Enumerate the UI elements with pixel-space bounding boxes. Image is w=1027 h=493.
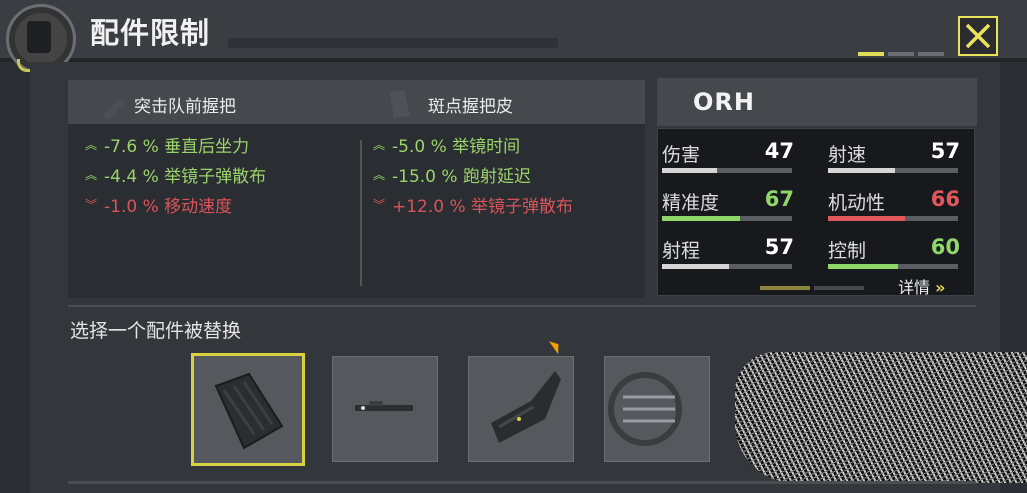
- noise-overlay: [735, 352, 1027, 483]
- page-dot: [888, 52, 914, 56]
- weapon-stat-bar: [662, 216, 792, 221]
- right-stat-row: ︽ -15.0 % 跑射延迟: [372, 162, 531, 187]
- emblem-core: [27, 21, 51, 53]
- weapon-stat-name: 精准度: [662, 192, 720, 214]
- weapon-stat-bar: [662, 264, 792, 269]
- left-stat-row: ︽ -4.4 % 举镜子弹散布: [84, 162, 266, 187]
- weapon-stat-name: 射程: [662, 240, 701, 262]
- double-chevron-up-icon: ︽: [372, 138, 385, 152]
- details-link[interactable]: 详情 »: [898, 274, 945, 298]
- attachment-compare-panel: 突击队前握把 斑点握把皮: [68, 80, 645, 298]
- attachment-slot-grip-tape[interactable]: [468, 356, 574, 462]
- stats-page-indicator-active: [760, 286, 810, 290]
- right-stat-text: +12.0 % 举镜子弹散布: [392, 197, 574, 217]
- section-divider: [68, 305, 976, 307]
- double-chevron-up-icon: ︽: [84, 138, 97, 152]
- left-stat-text: -4.4 % 举镜子弹散布: [104, 167, 267, 187]
- attachment-slot-ammo[interactable]: [604, 356, 710, 462]
- weapon-stat-bar-fill: [662, 168, 717, 173]
- close-button[interactable]: [958, 16, 998, 56]
- weapon-stat-bar-fill: [662, 216, 740, 221]
- right-attachment-title: 斑点握把皮: [428, 97, 513, 117]
- double-chevron-up-icon: ︽: [84, 168, 97, 182]
- stats-page-indicator: [814, 286, 864, 290]
- column-divider: [360, 140, 362, 286]
- right-stat-text: -15.0 % 跑射延迟: [392, 167, 531, 187]
- weapon-stat-bar-fill: [828, 264, 898, 269]
- foregrip-icon: [214, 372, 284, 450]
- weapon-stat-value: 67: [764, 187, 794, 211]
- attachment-slot-laser[interactable]: [332, 356, 438, 462]
- weapon-stat-bar: [828, 168, 958, 173]
- left-stat-row: ︾ -1.0 % 移动速度: [84, 192, 232, 217]
- close-icon: [965, 23, 991, 49]
- weapon-stat-name: 机动性: [828, 192, 886, 214]
- right-stat-row: ︾ +12.0 % 举镜子弹散布: [372, 192, 573, 217]
- weapon-stat-value: 57: [930, 139, 960, 163]
- weapon-stat-bar-fill: [828, 216, 905, 221]
- grip-tape-watermark-icon: [390, 90, 410, 118]
- weapon-stat-value: 57: [764, 235, 794, 259]
- attachment-slot-foregrip[interactable]: [191, 353, 305, 466]
- weapon-stat-name: 控制: [828, 240, 867, 262]
- laser-sight-icon: [355, 401, 413, 411]
- weapon-name: ORH: [693, 88, 755, 116]
- right-stat-row: ︽ -5.0 % 举镜时间: [372, 132, 520, 157]
- weapon-stat-bar: [828, 264, 958, 269]
- weapon-stat-bar-fill: [662, 264, 729, 269]
- bottom-divider: [68, 481, 976, 484]
- weapon-name-box: ORH: [657, 78, 977, 126]
- foregrip-watermark-icon: [103, 98, 125, 120]
- double-chevron-right-icon: »: [935, 278, 946, 297]
- weapon-stat-name: 射速: [828, 144, 867, 166]
- compare-header: 突击队前握把 斑点握把皮: [68, 80, 645, 124]
- weapon-stat-value: 66: [930, 187, 960, 211]
- page-dot: [918, 52, 944, 56]
- grip-tape-icon: [491, 371, 561, 443]
- left-stat-text: -1.0 % 移动速度: [104, 197, 233, 217]
- weapon-stat-value: 47: [764, 139, 794, 163]
- page-title: 配件限制: [90, 16, 211, 50]
- header-notch: [228, 38, 558, 48]
- double-chevron-down-icon: ︾: [84, 198, 97, 212]
- weapon-stat-name: 伤害: [662, 144, 701, 166]
- weapon-stat-value: 60: [930, 235, 960, 259]
- ammo-icon: [608, 372, 682, 446]
- left-stat-row: ︽ -7.6 % 垂直后坐力: [84, 132, 249, 157]
- double-chevron-down-icon: ︾: [372, 198, 385, 212]
- right-stat-text: -5.0 % 举镜时间: [392, 137, 521, 157]
- left-attachment-title: 突击队前握把: [134, 97, 236, 117]
- double-chevron-up-icon: ︽: [372, 168, 385, 182]
- weapon-stat-bar-fill: [828, 168, 895, 173]
- details-label: 详情: [898, 278, 931, 297]
- page-indicator: [858, 52, 944, 56]
- page-dot: [858, 52, 884, 56]
- select-prompt: 选择一个配件被替换: [70, 320, 242, 342]
- weapon-stat-bar: [828, 216, 958, 221]
- left-stat-text: -7.6 % 垂直后坐力: [104, 137, 250, 157]
- weapon-stat-bar: [662, 168, 792, 173]
